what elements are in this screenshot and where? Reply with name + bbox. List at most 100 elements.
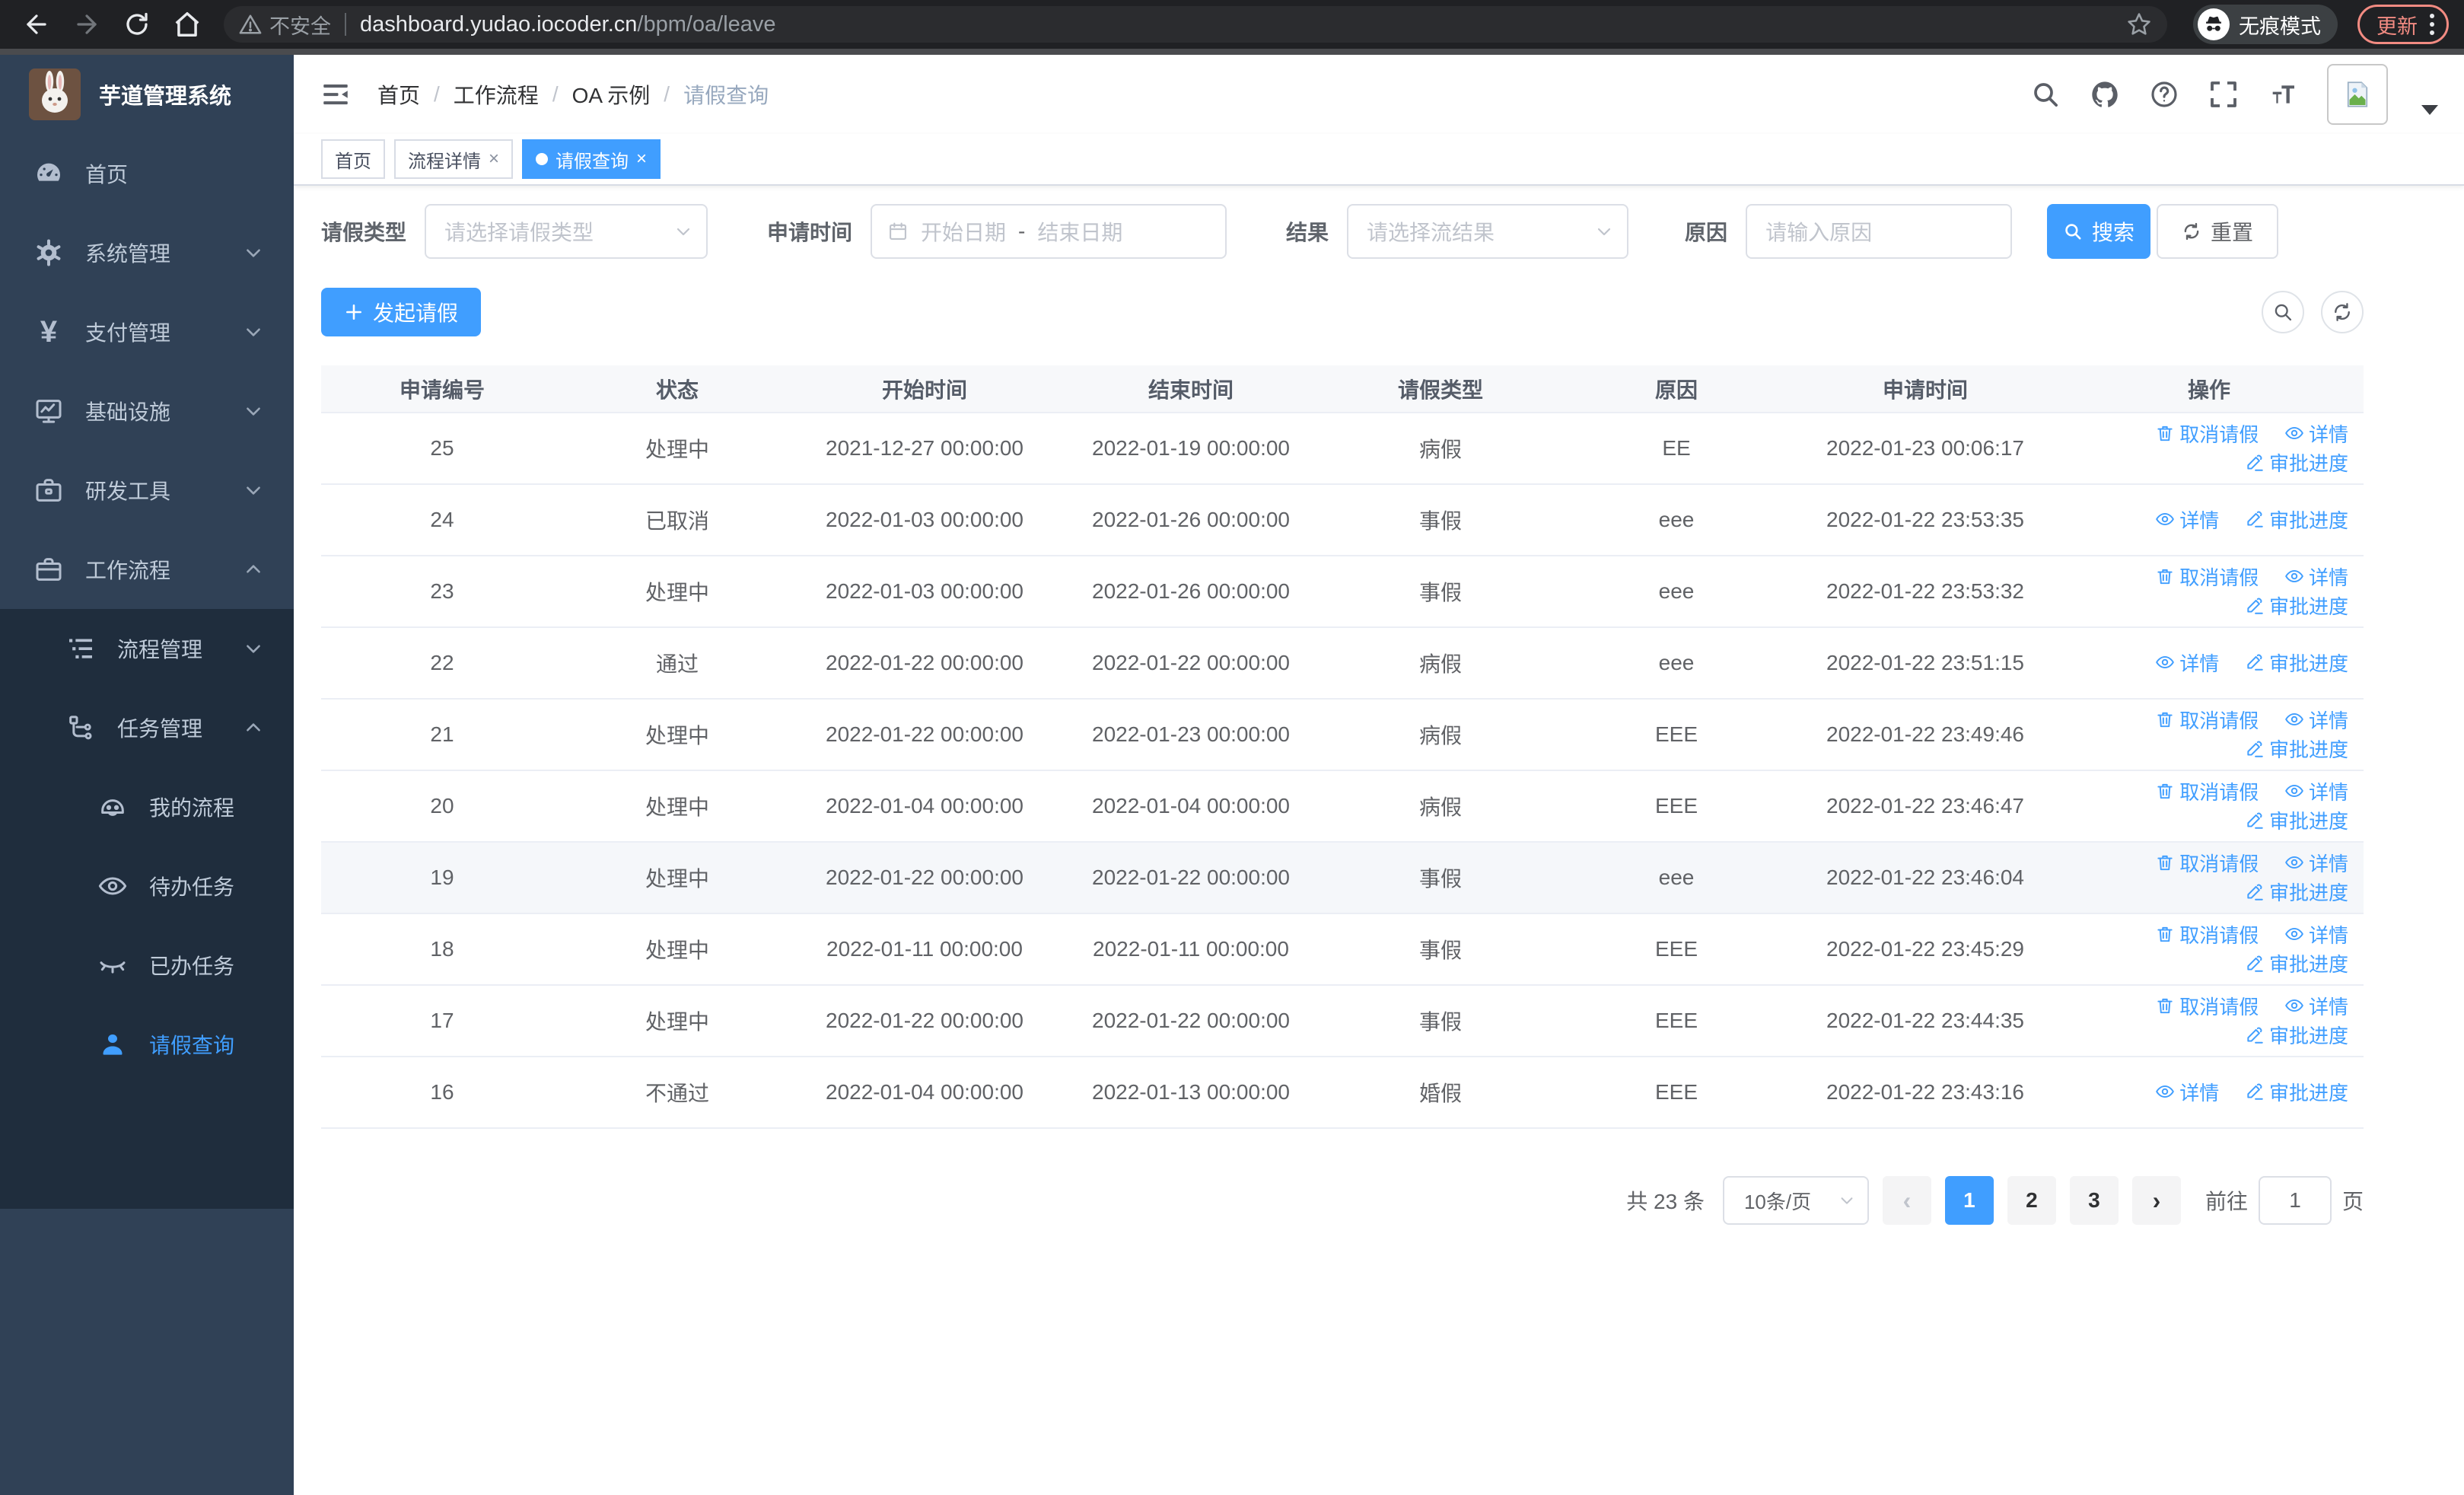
col-end-time: 结束时间 <box>1058 365 1324 413</box>
cell-reason: EEE <box>1557 1057 1796 1129</box>
next-page-button[interactable]: › <box>2131 1176 2181 1225</box>
cancel-leave-link[interactable]: 取消请假 <box>2155 849 2259 877</box>
close-icon[interactable]: × <box>636 148 647 170</box>
sidebar-item-todo-tasks[interactable]: 待办任务 <box>0 846 294 926</box>
app-logo[interactable]: 芋道管理系统 <box>0 55 294 134</box>
goto-page-input[interactable]: 1 <box>2258 1176 2332 1225</box>
cell-status: 不通过 <box>563 1057 791 1129</box>
close-icon[interactable]: × <box>489 148 499 170</box>
page-button-3[interactable]: 3 <box>2069 1176 2119 1225</box>
browser-menu-icon[interactable] <box>2430 14 2434 35</box>
sidebar-item-workflow[interactable]: 工作流程 <box>0 530 294 609</box>
approval-progress-link[interactable]: 审批进度 <box>2245 448 2348 477</box>
sidebar-item-task-management[interactable]: 任务管理 <box>0 688 294 767</box>
tab-leave-query[interactable]: 请假查询 × <box>522 139 661 179</box>
url-bar[interactable]: 不安全 dashboard.yudao.iocoder.cn/bpm/oa/le… <box>224 6 2167 43</box>
approval-progress-link[interactable]: 审批进度 <box>2245 735 2348 763</box>
leave-type-select[interactable]: 请选择请假类型 <box>425 204 708 259</box>
detail-link[interactable]: 详情 <box>2155 505 2219 534</box>
cancel-leave-link[interactable]: 取消请假 <box>2155 706 2259 734</box>
cell-reason: eee <box>1557 484 1796 556</box>
breadcrumb-home[interactable]: 首页 <box>377 79 420 110</box>
cancel-leave-link[interactable]: 取消请假 <box>2155 920 2259 948</box>
cell-end-time: 2022-01-19 00:00:00 <box>1058 413 1324 485</box>
page-button-1[interactable]: 1 <box>1944 1176 1994 1225</box>
search-button[interactable]: 搜索 <box>2047 204 2151 259</box>
detail-link[interactable]: 详情 <box>2155 1078 2219 1106</box>
table-toolbar: 发起请假 <box>321 288 2364 336</box>
edit-pen-icon <box>2247 812 2263 829</box>
browser-update-button[interactable]: 更新 <box>2357 5 2449 44</box>
breadcrumb-workflow[interactable]: 工作流程 <box>454 79 539 110</box>
detail-link[interactable]: 详情 <box>2155 649 2219 677</box>
approval-progress-link[interactable]: 审批进度 <box>2245 1078 2348 1106</box>
sidebar-item-infrastructure[interactable]: 基础设施 <box>0 371 294 451</box>
browser-forward-button[interactable] <box>65 3 108 46</box>
tab-home[interactable]: 首页 <box>321 139 385 179</box>
detail-link[interactable]: 详情 <box>2284 563 2348 591</box>
table-row: 20 处理中 2022-01-04 00:00:00 2022-01-04 00… <box>321 770 2364 843</box>
top-navbar: 首页 / 工作流程 / OA 示例 / 请假查询 <box>294 55 2464 134</box>
breadcrumb-oa-example[interactable]: OA 示例 <box>572 79 651 110</box>
caret-down-icon[interactable] <box>2421 104 2438 115</box>
approval-progress-link[interactable]: 审批进度 <box>2245 591 2348 620</box>
sidebar-item-done-tasks[interactable]: 已办任务 <box>0 926 294 1005</box>
font-size-icon[interactable] <box>2268 79 2298 110</box>
avatar[interactable] <box>2327 64 2388 125</box>
sidebar-item-payment[interactable]: ¥ 支付管理 <box>0 292 294 371</box>
cell-end-time: 2022-01-11 00:00:00 <box>1058 913 1324 986</box>
cell-apply-id: 22 <box>321 627 563 700</box>
security-warning[interactable]: 不安全 <box>239 10 331 40</box>
reason-input[interactable]: 请输入原因 <box>1746 204 2013 259</box>
cancel-leave-link[interactable]: 取消请假 <box>2155 992 2259 1020</box>
cancel-leave-link[interactable]: 取消请假 <box>2155 777 2259 805</box>
detail-link[interactable]: 详情 <box>2284 992 2348 1020</box>
sidebar-item-home[interactable]: 首页 <box>0 134 294 213</box>
github-icon[interactable] <box>2090 79 2120 110</box>
trash-icon <box>2157 569 2173 585</box>
detail-link[interactable]: 详情 <box>2284 777 2348 805</box>
help-icon[interactable] <box>2149 79 2179 110</box>
approval-progress-link[interactable]: 审批进度 <box>2245 649 2348 677</box>
approval-progress-link[interactable]: 审批进度 <box>2245 1021 2348 1049</box>
approval-progress-link[interactable]: 审批进度 <box>2245 806 2348 834</box>
cell-apply-id: 21 <box>321 699 563 771</box>
chevron-down-icon <box>244 322 263 342</box>
browser-home-button[interactable] <box>166 3 209 46</box>
detail-link[interactable]: 详情 <box>2284 920 2348 948</box>
bookmark-star-icon[interactable] <box>2126 11 2152 37</box>
sidebar-item-devtools[interactable]: 研发工具 <box>0 451 294 530</box>
sidebar-item-leave-query[interactable]: 请假查询 <box>0 1005 294 1084</box>
approval-progress-link[interactable]: 审批进度 <box>2245 949 2348 977</box>
sidebar-item-my-process[interactable]: 我的流程 <box>0 767 294 846</box>
prev-page-button[interactable]: ‹ <box>1882 1176 1931 1225</box>
sidebar-item-process-management[interactable]: 流程管理 <box>0 609 294 688</box>
detail-link[interactable]: 详情 <box>2284 849 2348 877</box>
toggle-search-button[interactable] <box>2262 291 2304 333</box>
fullscreen-icon[interactable] <box>2208 79 2239 110</box>
search-icon[interactable] <box>2030 79 2061 110</box>
detail-link[interactable]: 详情 <box>2284 419 2348 448</box>
approval-progress-link[interactable]: 审批进度 <box>2245 878 2348 906</box>
briefcase-icon <box>33 554 64 585</box>
cell-start-time: 2022-01-22 00:00:00 <box>791 627 1058 700</box>
page-size-select[interactable]: 10条/页 <box>1722 1176 1869 1225</box>
refresh-table-button[interactable] <box>2321 291 2364 333</box>
sidebar-item-system[interactable]: 系统管理 <box>0 213 294 292</box>
page-button-2[interactable]: 2 <box>2007 1176 2056 1225</box>
cell-apply-time: 2022-01-23 00:06:17 <box>1796 413 2055 485</box>
chevron-down-icon <box>674 222 692 241</box>
apply-time-range-picker[interactable]: 开始日期 - 结束日期 <box>871 204 1227 259</box>
browser-back-button[interactable] <box>15 3 58 46</box>
cancel-leave-link[interactable]: 取消请假 <box>2155 563 2259 591</box>
approval-progress-link[interactable]: 审批进度 <box>2245 505 2348 534</box>
result-select[interactable]: 请选择流结果 <box>1347 204 1629 259</box>
create-leave-button[interactable]: 发起请假 <box>321 288 482 336</box>
browser-reload-button[interactable] <box>116 3 158 46</box>
cancel-leave-link[interactable]: 取消请假 <box>2155 419 2259 448</box>
sidebar-collapse-icon[interactable] <box>320 78 352 110</box>
table-row: 24 已取消 2022-01-03 00:00:00 2022-01-26 00… <box>321 484 2364 556</box>
reset-button[interactable]: 重置 <box>2157 204 2279 259</box>
detail-link[interactable]: 详情 <box>2284 706 2348 734</box>
tab-process-detail[interactable]: 流程详情 × <box>394 139 514 179</box>
